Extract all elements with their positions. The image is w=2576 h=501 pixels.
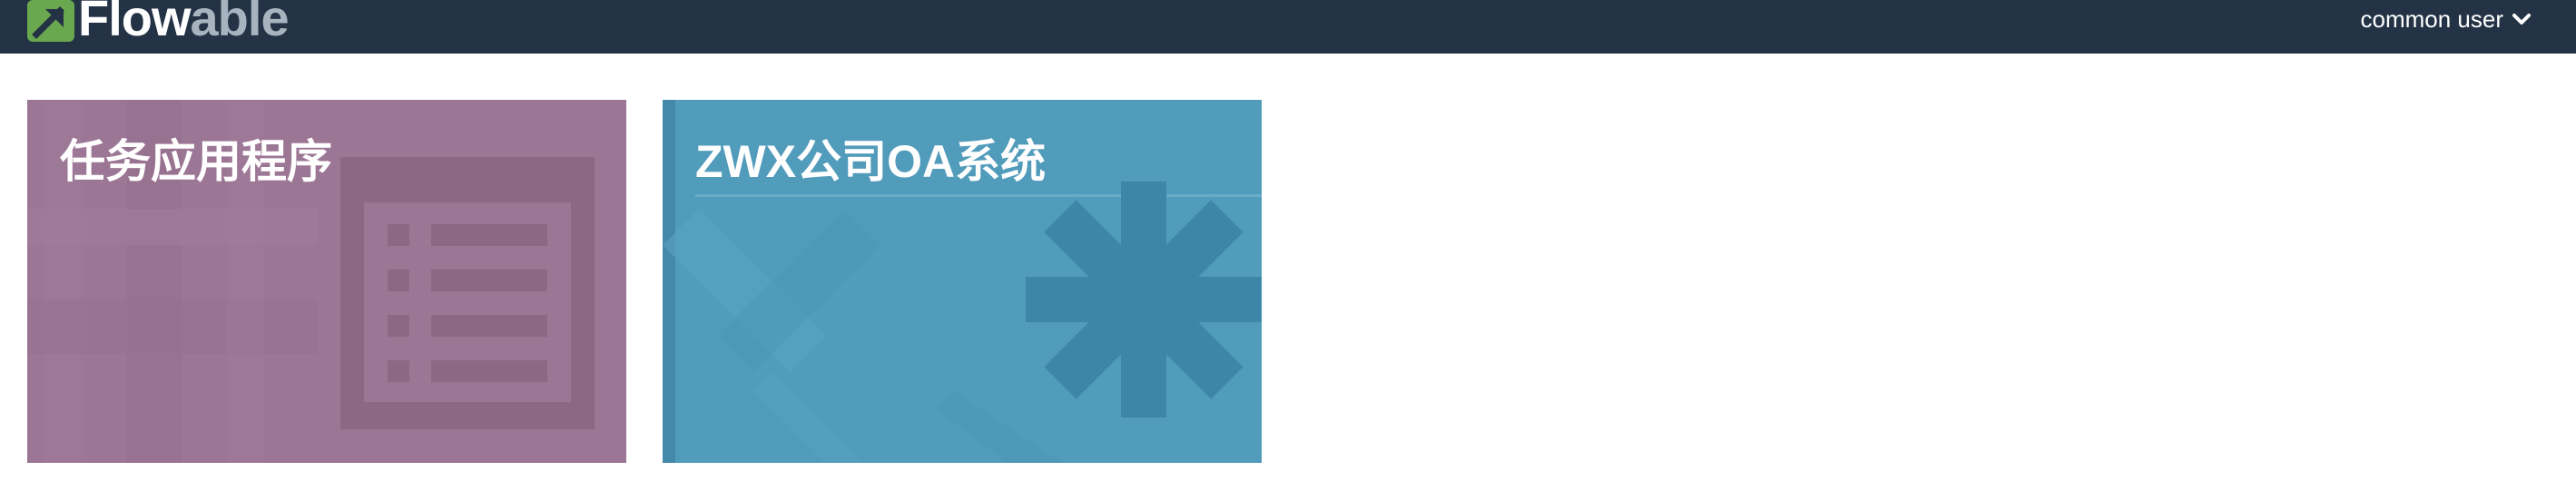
user-menu-label: common user (2360, 5, 2504, 33)
chevron-down-icon (2512, 14, 2531, 25)
app-tile-task[interactable]: 任务应用程序 (27, 100, 626, 463)
flowable-logo[interactable]: Flowable (27, 0, 290, 46)
app-tile-oa[interactable]: ZWX公司OA系统 (663, 100, 1262, 463)
top-navbar: Flowable common user (0, 0, 2576, 54)
list-icon (340, 157, 595, 429)
asterisk-icon (1026, 182, 1262, 418)
flowable-logo-text: Flowable (78, 0, 290, 46)
user-menu[interactable]: common user (2360, 0, 2531, 38)
flowable-logo-icon (27, 0, 74, 42)
app-tile-title: ZWX公司OA系统 (695, 136, 1047, 187)
app-tile-title: 任务应用程序 (60, 136, 332, 187)
